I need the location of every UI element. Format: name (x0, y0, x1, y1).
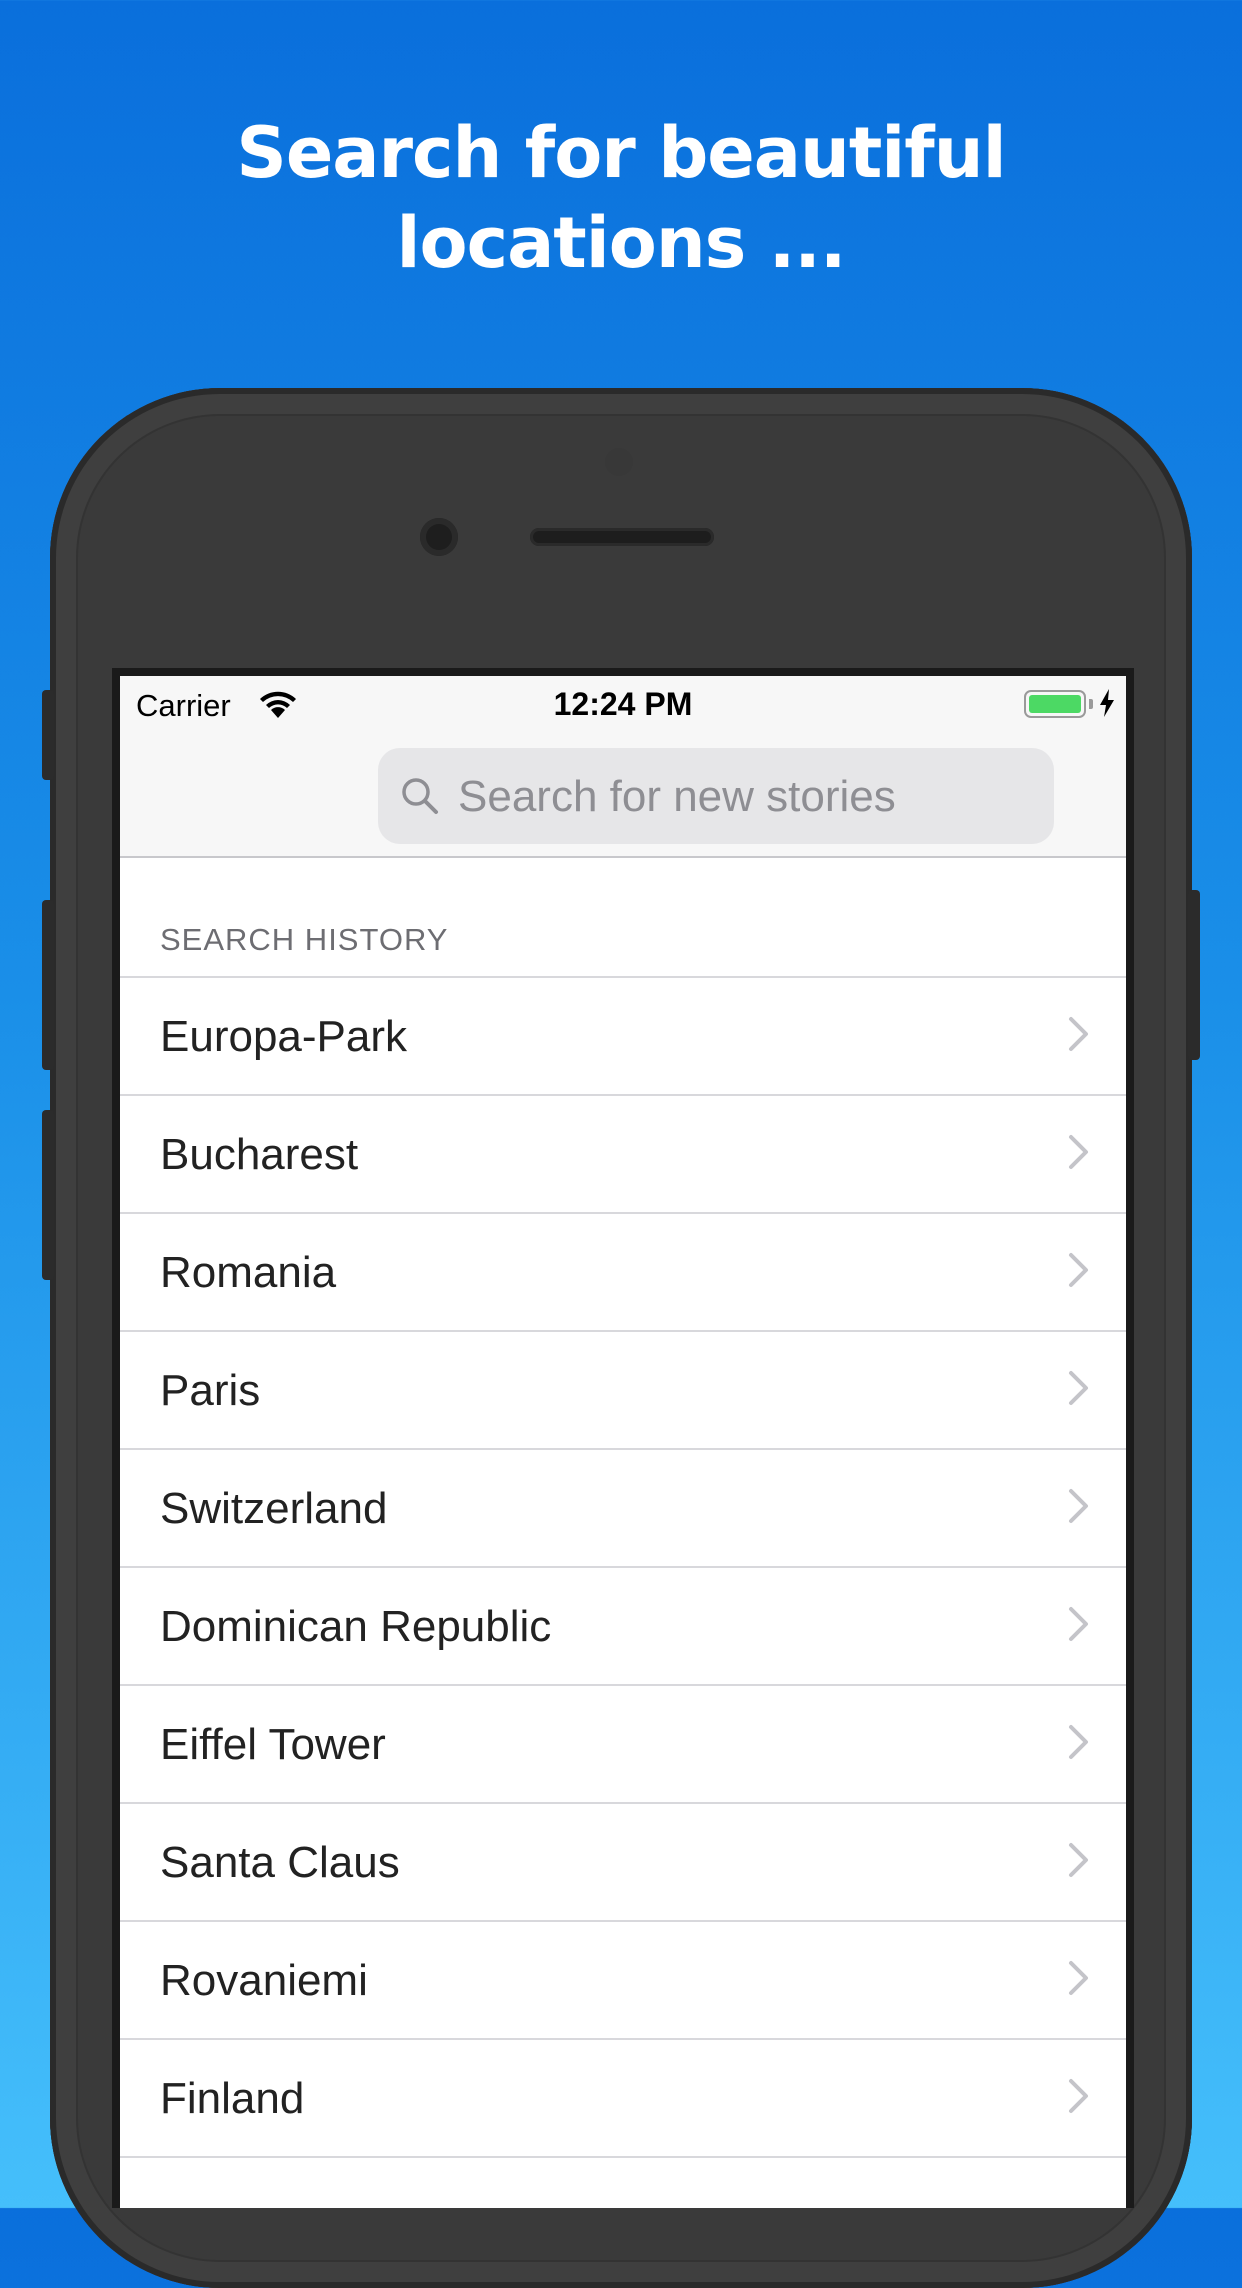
status-bar: Carrier 12:24 PM (120, 676, 1126, 730)
battery-tip (1089, 699, 1093, 709)
list-item[interactable]: Romania (120, 1214, 1126, 1332)
list-item[interactable]: Santa Claus (120, 1804, 1126, 1922)
list-item-label: Eiffel Tower (160, 1720, 386, 1769)
proximity-sensor (605, 448, 633, 476)
list-item-label: Rovaniemi (160, 1956, 368, 2005)
phone-side-button-volume-down (42, 1110, 54, 1280)
chevron-right-icon (1069, 1961, 1088, 1995)
headline-line-2: locations ... (396, 202, 846, 284)
earpiece-speaker (530, 528, 714, 546)
navigation-bar: Carrier 12:24 PM (120, 676, 1126, 858)
list-item-label: Finland (160, 2074, 305, 2123)
list-item[interactable]: Paris (120, 1332, 1126, 1450)
chevron-right-icon (1069, 1371, 1088, 1405)
list-item-partial[interactable] (120, 2158, 1126, 2208)
list-item[interactable]: Europa-Park (120, 978, 1126, 1096)
list-item-label: Europa-Park (160, 1012, 408, 1061)
list-item[interactable]: Eiffel Tower (120, 1686, 1126, 1804)
list-item[interactable]: Rovaniemi (120, 1922, 1126, 2040)
chevron-right-icon (1069, 1843, 1088, 1877)
chevron-right-icon (1069, 1607, 1088, 1641)
phone-side-button-volume-up (42, 900, 54, 1070)
list-item[interactable]: Finland (120, 2040, 1126, 2158)
list-item[interactable]: Switzerland (120, 1450, 1126, 1568)
bolt-icon (1100, 689, 1114, 717)
list-item-label: Bucharest (160, 1130, 359, 1179)
chevron-right-icon (1069, 1253, 1088, 1287)
list-item[interactable]: Bucharest (120, 1096, 1126, 1214)
list-item-label: Santa Claus (160, 1838, 400, 1887)
app-screen: Carrier 12:24 PM Search for new stories … (120, 676, 1126, 2208)
battery-level-fill (1029, 695, 1081, 713)
search-bar[interactable] (378, 748, 1054, 846)
search-icon (402, 778, 438, 814)
search-input[interactable] (456, 748, 1040, 846)
list-item[interactable]: Dominican Republic (120, 1568, 1126, 1686)
front-camera (420, 518, 458, 556)
headline-line-1: Search for beautiful (236, 112, 1006, 194)
chevron-right-icon (1069, 1489, 1088, 1523)
list-item-label: Paris (160, 1366, 261, 1415)
phone-side-button-mute (42, 690, 54, 780)
status-time: 12:24 PM (553, 686, 693, 722)
promo-headline: Search for beautiful locations ... (0, 108, 1242, 288)
chevron-right-icon (1069, 1135, 1088, 1169)
phone-screen: Carrier 12:24 PM Search for new stories … (112, 668, 1134, 2208)
search-history-header: SEARCH HISTORY (160, 922, 449, 957)
list-item-label: Romania (160, 1248, 337, 1297)
list-item-label: Switzerland (160, 1484, 388, 1533)
search-history-list: Europa-Park Bucharest Romania Paris Swit… (120, 976, 1126, 2208)
list-item-label: Dominican Republic (160, 1602, 552, 1651)
phone-side-button-power (1188, 890, 1200, 1060)
chevron-right-icon (1069, 1017, 1088, 1051)
battery-icon (1024, 690, 1086, 718)
chevron-right-icon (1069, 2079, 1088, 2113)
chevron-right-icon (1069, 1725, 1088, 1759)
